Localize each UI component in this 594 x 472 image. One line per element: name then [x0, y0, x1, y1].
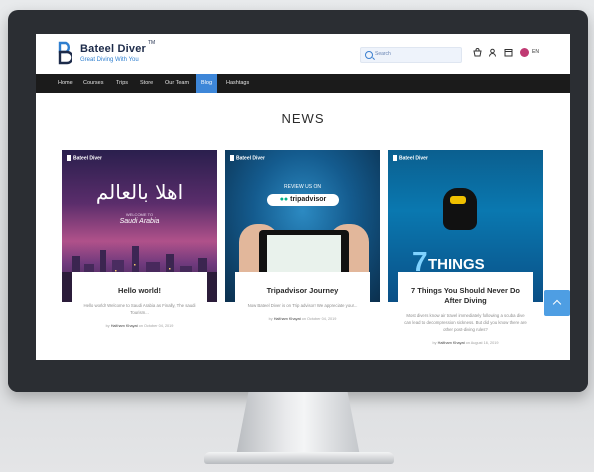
site-header: Bateel Diver TM Great Diving With You Se… [36, 34, 570, 74]
diver-illustration [443, 188, 477, 230]
nav-item-our-team[interactable]: Our Team [165, 74, 189, 93]
brand-name[interactable]: Bateel Diver [80, 43, 146, 55]
nav-item-blog[interactable]: Blog [196, 74, 218, 93]
card-title[interactable]: Tripadvisor Journey [235, 286, 370, 296]
trademark-mark: TM [148, 40, 156, 46]
card-meta: by Haitham Khayat on August 16, 2019 [432, 341, 499, 345]
card-meta: by Haitham Khayat on October 04, 2019 [268, 317, 337, 321]
card-author[interactable]: Haitham Khayat [274, 317, 301, 321]
image-brand-label: Bateel Diver [67, 155, 102, 161]
bateel-logo-icon[interactable] [58, 41, 72, 65]
tripadvisor-owl-icon: ●● [279, 196, 289, 203]
news-card[interactable]: Bateel Diver اهلا بالعالم WELCOME TO Sau… [62, 150, 217, 360]
nav-item-home[interactable]: Home [58, 74, 73, 93]
card-text-panel: Hello world! Hello world! Welcome to Sau… [72, 272, 207, 360]
brand-tagline: Great Diving With You [80, 57, 139, 63]
card-excerpt: Most divers know air travel immediately … [404, 313, 527, 332]
search-box[interactable]: Search [360, 47, 462, 63]
diver-mask-illustration [450, 196, 466, 204]
card-text-panel: Tripadvisor Journey Now Bateel Diver is … [235, 272, 370, 360]
main-nav: Home Courses Trips Store Our Team Blog H… [36, 74, 570, 93]
image-place-text: Saudi Arabia [119, 218, 160, 225]
website-screen: Bateel Diver TM Great Diving With You Se… [36, 34, 570, 360]
monitor-chin [8, 362, 588, 392]
nav-item-courses[interactable]: Courses [83, 74, 103, 93]
image-review-text: REVIEW US ON [284, 184, 321, 190]
nav-item-trips[interactable]: Trips [116, 74, 128, 93]
user-icon[interactable] [488, 48, 497, 57]
card-title[interactable]: Hello world! [72, 286, 207, 296]
search-placeholder[interactable]: Search [375, 51, 391, 57]
calendar-icon[interactable] [504, 48, 513, 57]
image-brand-label: Bateel Diver [230, 155, 265, 161]
globe-icon[interactable] [520, 48, 529, 57]
card-author[interactable]: Haitham Khayat [438, 341, 465, 345]
card-author[interactable]: Haitham Khayat [111, 324, 138, 328]
scroll-to-top-button[interactable] [544, 290, 570, 316]
nav-item-store[interactable]: Store [140, 74, 153, 93]
search-icon[interactable] [365, 51, 373, 59]
news-card[interactable]: Bateel Diver 7 THINGS 7 Things You Shoul… [388, 150, 543, 360]
monitor-stand [236, 392, 360, 456]
card-text-panel: 7 Things You Should Never Do After Divin… [398, 272, 533, 360]
news-card[interactable]: Bateel Diver REVIEW US ON ●● tripadvisor… [225, 150, 380, 360]
language-selector[interactable]: EN [532, 49, 539, 55]
tripadvisor-logo: ●● tripadvisor [267, 194, 339, 206]
image-welcome-text: WELCOME TO [125, 212, 154, 217]
image-brand-label: Bateel Diver [393, 155, 428, 161]
news-heading: NEWS [281, 111, 325, 126]
card-excerpt: Hello world! Welcome to Saudi Arabia as … [83, 303, 196, 315]
image-things-text: THINGS [428, 256, 485, 273]
card-title[interactable]: 7 Things You Should Never Do After Divin… [398, 286, 533, 306]
image-arabic-text: اهلا بالعالم [95, 180, 184, 204]
nav-item-hashtags[interactable]: Hashtags [226, 74, 249, 93]
card-meta: by Haitham Khayat on October 04, 2019 [105, 324, 174, 328]
card-excerpt: Now Bateel Diver is on Trip advisor! We … [247, 303, 358, 308]
monitor-base [204, 452, 394, 464]
cart-icon[interactable] [473, 48, 482, 57]
